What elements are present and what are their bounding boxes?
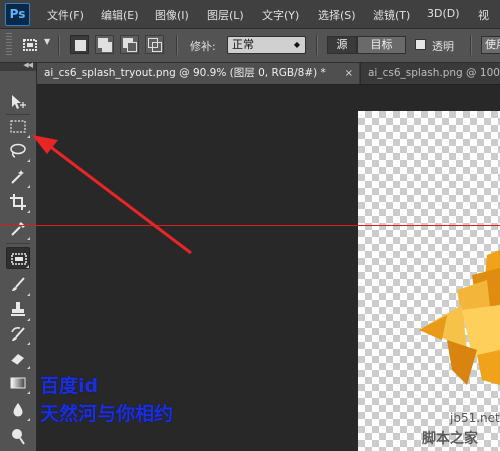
guide-line[interactable] [0, 225, 500, 226]
tool-flyout-indicator [27, 210, 30, 213]
menu-edit[interactable]: 编辑(E) [101, 7, 139, 23]
watermark-name: 脚本之家 [422, 431, 478, 447]
blur-icon [13, 403, 23, 417]
lasso-tool[interactable] [6, 140, 30, 162]
gradient-tool[interactable] [6, 372, 30, 394]
options-bar: ▼ 修补: 正常 ◆ 源 目标 透明 使用 [0, 29, 500, 63]
patch-mode-select[interactable]: 正常 ◆ [227, 36, 306, 54]
source-button[interactable]: 源 [327, 36, 357, 54]
patch-tool-preset-icon[interactable] [20, 37, 40, 53]
artwork-image [419, 250, 500, 385]
target-button[interactable]: 目标 [357, 36, 406, 54]
chevron-updown-icon: ◆ [293, 40, 300, 49]
document-tab[interactable]: ai_cs6_splash.png @ 100 [360, 63, 500, 84]
toolbox-header[interactable]: ◀◀ [0, 61, 36, 71]
eraser-tool[interactable] [6, 347, 30, 369]
dodge-tool[interactable] [6, 425, 30, 447]
add-to-selection-button[interactable] [95, 35, 114, 54]
brush-tool[interactable] [6, 274, 30, 296]
document-tab-title: ai_cs6_splash.png @ 100 [368, 67, 500, 79]
document-tab-bar: ai_cs6_splash_tryout.png @ 90.9% (图层 0, … [37, 63, 500, 85]
tool-flyout-indicator [27, 342, 30, 345]
tool-flyout-indicator [27, 135, 30, 138]
rect-marquee-icon [10, 120, 26, 133]
tool-flyout-indicator [27, 391, 30, 394]
blur-tool[interactable] [6, 399, 30, 421]
patch-tool[interactable] [6, 247, 30, 269]
rect-marquee-tool[interactable] [6, 116, 30, 138]
history-brush-tool[interactable] [6, 323, 30, 345]
options-separator [176, 35, 178, 55]
menu-view[interactable]: 视 [478, 7, 489, 23]
transparent-checkbox[interactable] [415, 39, 426, 50]
menu-file[interactable]: 文件(F) [47, 7, 84, 23]
magic-wand-tool[interactable] [6, 166, 30, 188]
tool-flyout-indicator [26, 265, 29, 268]
tool-flyout-indicator [27, 185, 30, 188]
photoshop-logo: Ps [5, 3, 30, 26]
subtract-from-selection-button[interactable] [120, 35, 139, 54]
annotation-text-line2: 天然河与你相约 [40, 403, 174, 425]
collapse-icon[interactable]: ◀◀ [23, 61, 33, 69]
brush-icon [12, 277, 25, 291]
chevron-down-icon[interactable]: ▼ [44, 37, 50, 46]
tool-flyout-indicator [27, 293, 30, 296]
magic-wand-icon [11, 170, 24, 184]
lasso-icon [10, 143, 26, 158]
tool-separator [6, 114, 30, 115]
transparent-label: 透明 [432, 40, 454, 53]
options-separator [316, 35, 318, 55]
menu-select[interactable]: 选择(S) [318, 7, 356, 23]
menu-bar: Ps 文件(F) 编辑(E) 图像(I) 图层(L) 文字(Y) 选择(S) 滤… [0, 0, 500, 29]
tool-flyout-indicator [27, 159, 30, 162]
new-selection-button[interactable] [70, 35, 89, 54]
crop-tool[interactable] [6, 191, 30, 213]
document-tab-title: ai_cs6_splash_tryout.png @ 90.9% (图层 0, … [44, 67, 326, 79]
crop-icon [10, 194, 26, 210]
menu-image[interactable]: 图像(I) [155, 7, 189, 23]
move-icon [12, 95, 26, 109]
patch-label: 修补: [190, 40, 216, 53]
eyedropper-tool[interactable] [6, 218, 30, 240]
patch-mode-value: 正常 [232, 38, 254, 51]
dodge-icon [12, 429, 25, 445]
menu-type[interactable]: 文字(Y) [262, 7, 299, 23]
close-icon[interactable]: × [345, 63, 353, 84]
watermark-site: jb51.net [450, 411, 500, 425]
tool-flyout-indicator [27, 418, 30, 421]
options-separator [58, 35, 60, 55]
tool-flyout-indicator [27, 318, 30, 321]
eraser-icon [10, 354, 24, 366]
options-bar-grip[interactable] [6, 33, 12, 57]
history-brush-icon [11, 327, 25, 341]
clone-stamp-tool[interactable] [6, 299, 30, 321]
use-pattern-button[interactable]: 使用 [481, 36, 500, 54]
options-separator [470, 35, 472, 55]
tool-flyout-indicator [27, 366, 30, 369]
menu-filter[interactable]: 滤镜(T) [373, 7, 410, 23]
annotation-text-line1: 百度id [40, 375, 99, 397]
move-tool[interactable] [6, 91, 30, 113]
clone-stamp-icon [11, 302, 25, 316]
tool-separator [6, 243, 30, 244]
toolbox: ◀◀ [0, 61, 37, 451]
gradient-icon [10, 377, 26, 389]
intersect-selection-button[interactable] [145, 35, 164, 54]
menu-layer[interactable]: 图层(L) [207, 7, 244, 23]
tool-flyout-indicator [27, 237, 30, 240]
eyedropper-icon [11, 222, 25, 236]
menu-3d[interactable]: 3D(D) [427, 7, 460, 20]
document-tab-active[interactable]: ai_cs6_splash_tryout.png @ 90.9% (图层 0, … [37, 63, 359, 84]
